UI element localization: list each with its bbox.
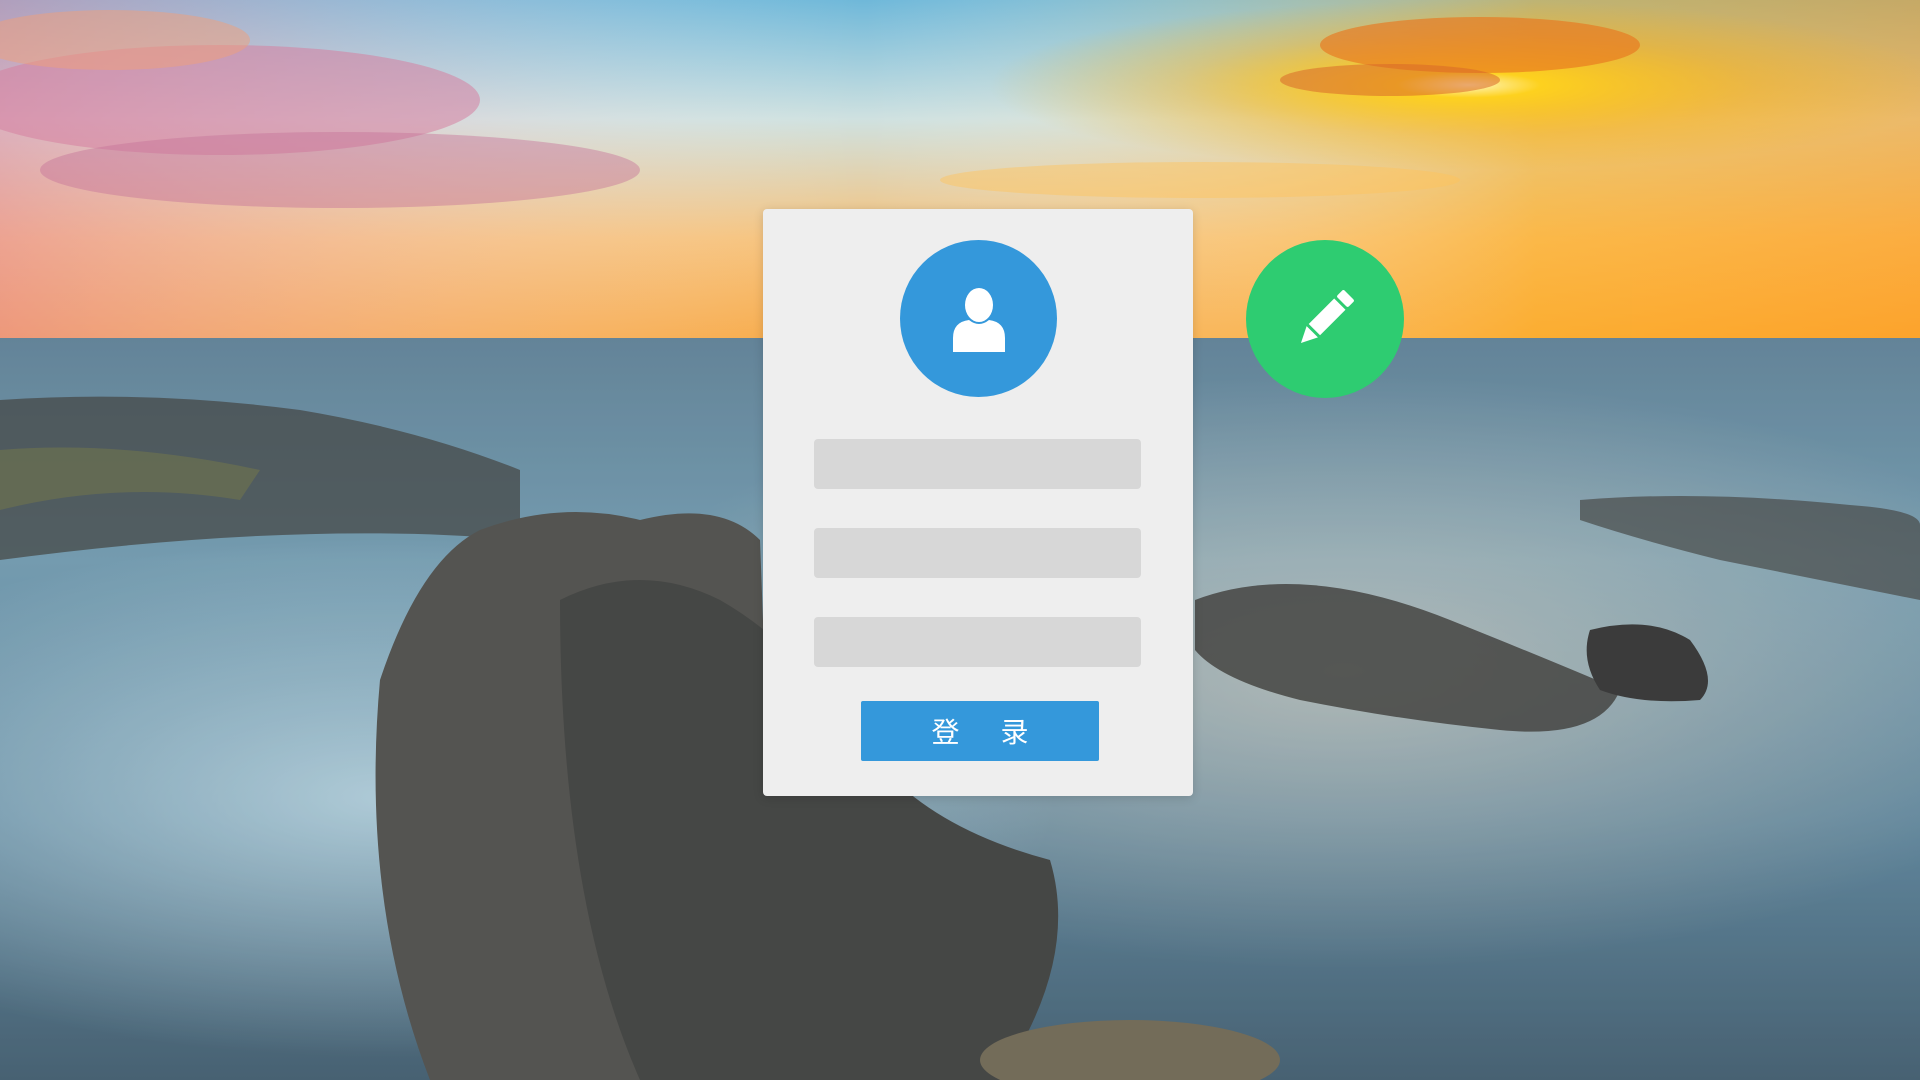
login-page: 登 录 xyxy=(0,0,1920,1080)
login-card: 登 录 xyxy=(763,209,1193,796)
avatar xyxy=(900,240,1057,397)
edit-button[interactable] xyxy=(1246,240,1404,398)
username-field[interactable] xyxy=(814,439,1141,489)
user-icon xyxy=(952,287,1005,352)
pencil-icon xyxy=(1300,290,1354,344)
login-button[interactable]: 登 录 xyxy=(861,701,1099,761)
verification-field[interactable] xyxy=(814,617,1141,667)
password-field[interactable] xyxy=(814,528,1141,578)
